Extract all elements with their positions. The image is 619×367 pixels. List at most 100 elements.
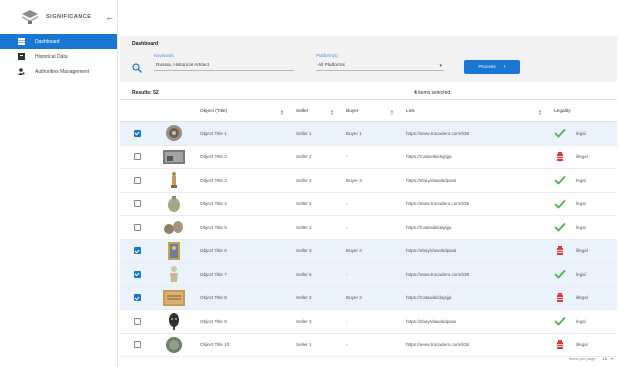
table-row[interactable]: Object Title 8 Seller 2 Buyer 2 https://Cat… [120,286,617,310]
object-thumbnail[interactable] [163,336,185,354]
seller-cell: Seller 2 [296,224,312,230]
table-row[interactable]: Object Title 6 Seller 3 Buyer 3 https://eba… [120,239,617,263]
legality-cell: legal [548,216,617,239]
object-thumbnail[interactable] [163,124,185,142]
table-row[interactable]: Object Title 7 Seller 5 - https://www.troca… [120,263,617,287]
row-checkbox[interactable] [133,270,141,278]
table-row[interactable]: Object Title 5 Seller 2 - https://Catawiki/… [120,216,617,240]
row-checkbox[interactable] [133,317,141,325]
object-thumbnail[interactable] [163,241,185,260]
legality-cell: illegal [548,146,617,169]
object-title-cell[interactable]: Object Title 9 [194,310,290,333]
chevron-right-icon: › [503,64,506,70]
table-row[interactable]: Object Title 1 Seller 1 Buyer 1 https://www… [120,122,617,146]
row-checkbox[interactable] [133,176,141,184]
header-seller[interactable]: Seller ▲ ▼ [290,102,340,121]
row-image-cell [154,334,194,357]
link-cell[interactable]: https://ebay/dawokdpawi [400,310,548,333]
row-select-cell [120,169,154,192]
row-select-cell [120,263,154,286]
link-cell[interactable]: https://Catawiki/dajsjja [400,216,548,239]
table-row[interactable]: Object Title 4 Seller 4 - https://www.troca… [120,193,617,216]
collapse-arrow-icon[interactable]: ← [105,12,114,22]
legality-text: legal [576,177,586,183]
items-per-page-select[interactable]: 10 [603,356,607,361]
sidebar-item-label: Authorities Management [35,68,90,75]
platform-select[interactable]: All Platforms ▾ [316,61,444,71]
object-thumbnail[interactable] [163,195,185,213]
link-cell[interactable]: https://www.trocadero.com/638 [400,193,548,216]
row-checkbox[interactable] [133,129,141,137]
buyer-cell: - [346,271,348,277]
object-title-cell[interactable]: Object Title 3 [194,169,290,192]
table-row[interactable]: Object Title 3 Seller 3 Buyer 3 https://eba… [120,169,617,193]
sidebar-item-historical-data[interactable]: Historical Data [0,49,117,64]
seller-cell: Seller 2 [296,154,312,160]
object-thumbnail[interactable] [163,148,185,166]
link-cell[interactable]: https://ebay/dawokdpawi [400,240,548,263]
dashboard-icon [18,38,25,45]
legality-cell: legal [548,122,617,145]
row-select-cell [120,287,154,310]
keywords-label: Keywords [154,53,174,58]
seller-cell: Seller 3 [296,177,312,183]
row-checkbox[interactable] [133,153,141,161]
header-legality[interactable]: Legality [548,102,617,121]
sidebar-item-authorities-management[interactable]: Authorities Management [0,64,117,79]
object-thumbnail[interactable] [163,312,185,331]
legality-cell: illegal [548,240,617,263]
link-cell[interactable]: https://www.trocadero.com/638 [400,122,548,145]
process-button[interactable]: Process › [464,60,520,74]
table-row[interactable]: Object Title 10 Seller 1 - https://www.troc… [120,334,617,357]
header-buyer[interactable]: Buyer ▲ ▼ [340,102,400,121]
buyer-cell: - [346,318,348,324]
link-cell[interactable]: https://www.trocadero.com/638 [400,263,548,286]
header-link[interactable]: Link ▲ ▼ [400,102,548,121]
row-checkbox[interactable] [133,223,141,231]
buyer-cell: Buyer 1 [346,130,362,136]
row-image-cell [154,169,194,192]
header-select-col [120,102,154,121]
table-row[interactable]: Object Title 9 Seller 3 - https://ebay/dawo… [120,310,617,334]
object-thumbnail[interactable] [163,171,185,189]
row-checkbox[interactable] [133,294,141,302]
object-title-cell[interactable]: Object Title 4 [194,193,290,216]
object-thumbnail[interactable] [163,265,185,283]
object-title-cell[interactable]: Object Title 7 [194,263,290,286]
header-object[interactable]: Object (Title) ▲ ▼ [194,102,290,121]
row-checkbox[interactable] [133,247,141,255]
object-title-cell[interactable]: Object Title 1 [194,122,290,145]
selected-text: items selected [418,89,451,96]
legality-text: illegal [576,295,588,301]
object-title-cell[interactable]: Object Title 2 [194,146,290,169]
row-image-cell [154,240,194,263]
search-icon[interactable] [132,63,142,73]
link-cell[interactable]: https://www.trocadero.com/638 [400,334,548,357]
legality-text: illegal [576,342,588,348]
row-checkbox[interactable] [133,341,141,349]
header-seller-label: Seller [296,109,309,114]
link-cell[interactable]: https://Catawiki/dajsjja [400,287,548,310]
brand-name: SIGNIFICANCE [46,14,92,20]
object-title-cell[interactable]: Object Title 8 [194,287,290,310]
object-thumbnail[interactable] [163,289,185,307]
keywords-input[interactable] [154,61,294,71]
object-title-cell[interactable]: Object Title 6 [194,240,290,263]
row-checkbox[interactable] [133,200,141,208]
row-select-cell [120,216,154,239]
sidebar-item-label: Dashboard [35,38,60,45]
results-count: Results: 52 [132,89,159,96]
legality-cell: legal [548,263,617,286]
filter-panel: Dashboard Keywords Platform(s) All Platf… [120,36,617,82]
table-row[interactable]: Object Title 2 Seller 2 - https://Catawiki/… [120,146,617,169]
link-cell[interactable]: https://ebay/dawokdpawi [400,169,548,192]
illegal-flag-icon [554,245,566,256]
pagination: Items per page: 10 ▾ [569,356,613,361]
link-cell[interactable]: https://Catawiki/dajsjja [400,146,548,169]
legality-text: legal [576,318,586,324]
object-thumbnail[interactable] [163,218,185,236]
object-title-cell[interactable]: Object Title 5 [194,216,290,239]
object-title-cell[interactable]: Object Title 10 [194,334,290,357]
sidebar-item-dashboard[interactable]: Dashboard [0,34,117,49]
buyer-cell: Buyer 3 [346,177,362,183]
